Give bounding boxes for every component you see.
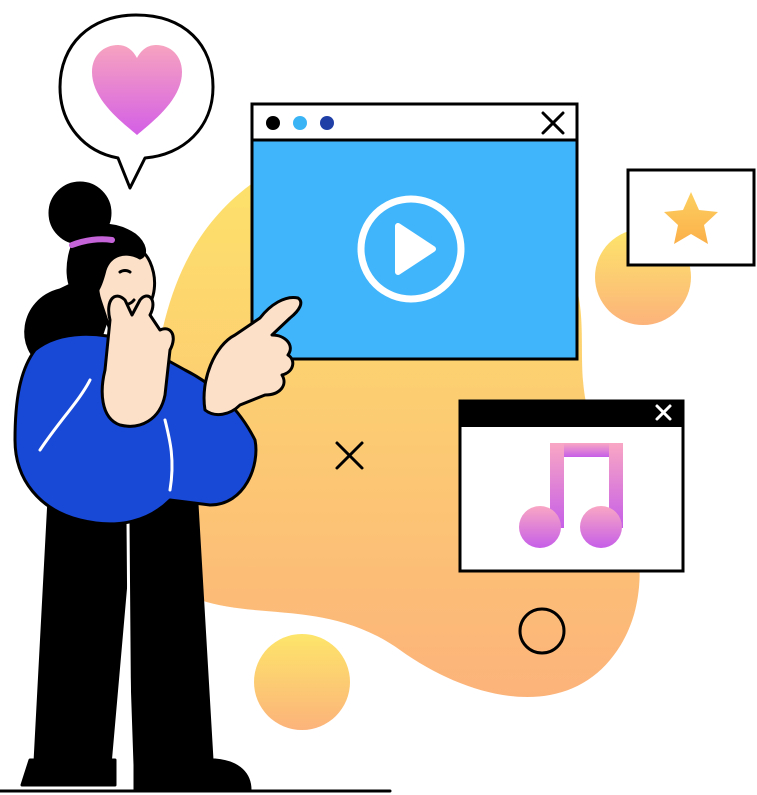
left-shoe [20,758,117,787]
window-dot-black [266,116,280,130]
left-hand [100,294,175,428]
music-window [458,399,685,573]
illustration [0,13,756,793]
hair-bun [48,181,112,245]
video-window [250,102,579,361]
speech-bubble [58,13,215,190]
window-dot-lightblue [293,116,307,130]
window-dot-darkblue [320,116,334,130]
music-titlebar [460,401,683,427]
decor-circle-bottom [254,634,350,730]
star-card [626,168,756,267]
right-shoe [133,758,252,792]
